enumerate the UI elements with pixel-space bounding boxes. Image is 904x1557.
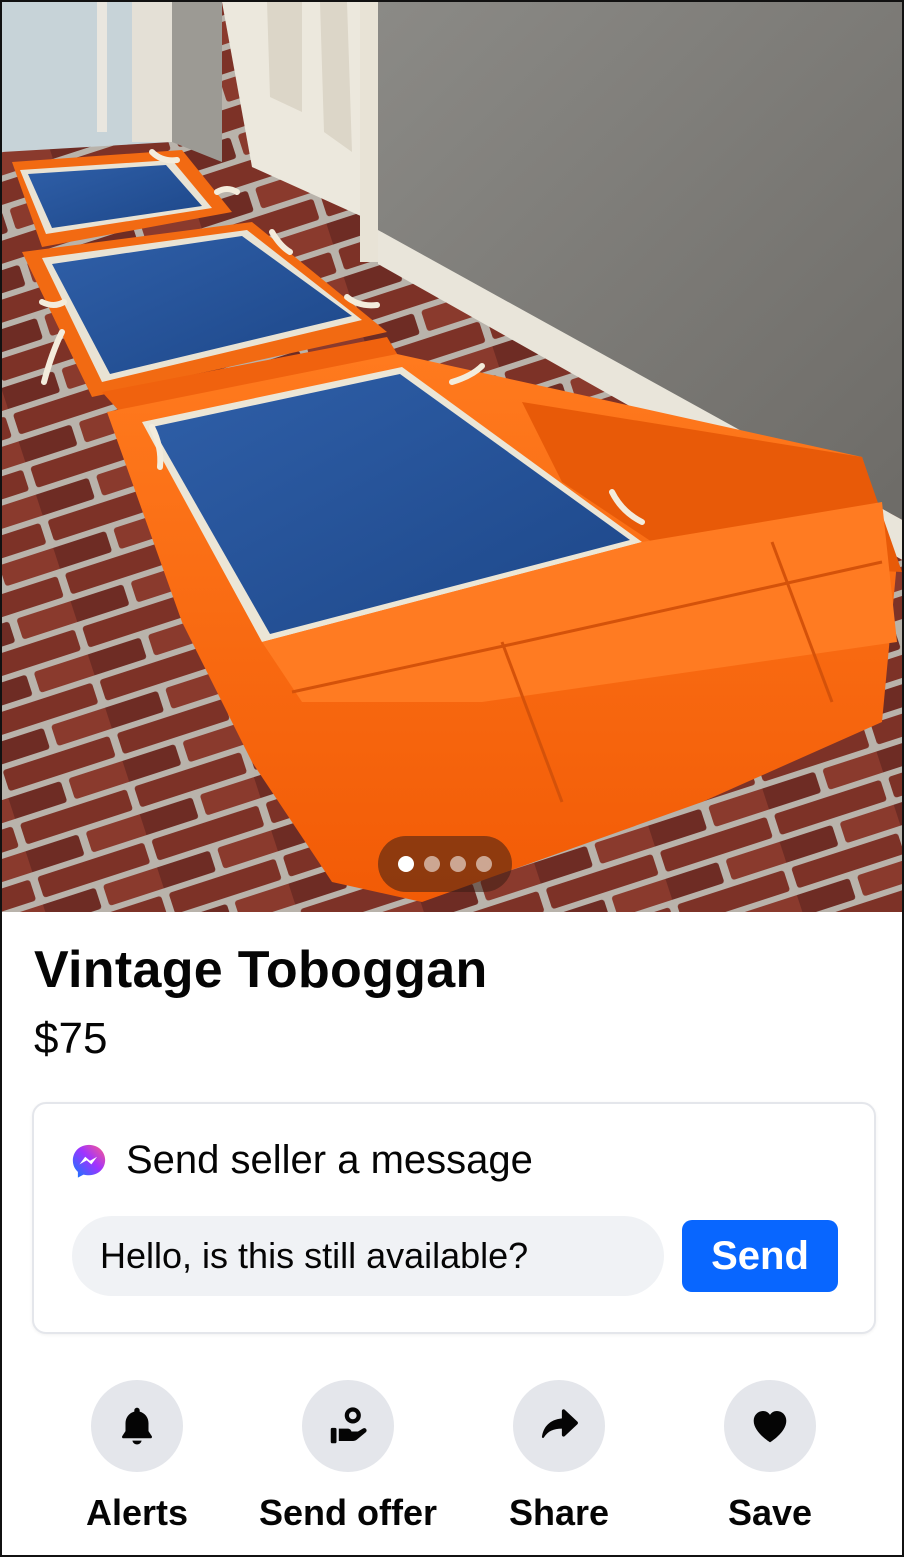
- carousel-indicator[interactable]: [378, 836, 512, 892]
- message-card-header: Send seller a message: [70, 1138, 533, 1183]
- photo-illustration: [2, 2, 902, 912]
- carousel-dot-1[interactable]: [398, 856, 414, 872]
- send-offer-action[interactable]: Send offer: [238, 1380, 458, 1534]
- alerts-button[interactable]: [91, 1380, 183, 1472]
- save-action[interactable]: Save: [660, 1380, 880, 1534]
- carousel-dot-3[interactable]: [450, 856, 466, 872]
- carousel-dot-4[interactable]: [476, 856, 492, 872]
- send-offer-button[interactable]: [302, 1380, 394, 1472]
- heart-icon: [753, 1411, 787, 1443]
- send-offer-icon: [330, 1407, 367, 1444]
- save-button[interactable]: [724, 1380, 816, 1472]
- alerts-label: Alerts: [85, 1492, 189, 1533]
- message-heading: Send seller a message: [126, 1138, 533, 1182]
- message-input[interactable]: [72, 1216, 664, 1296]
- marketplace-listing-screen: Vintage Toboggan $75 Send seller a messa…: [0, 0, 904, 1557]
- share-label: Share: [508, 1492, 610, 1533]
- share-action[interactable]: Share: [449, 1380, 669, 1534]
- send-button[interactable]: Send: [682, 1220, 838, 1292]
- listing-price: $75: [34, 1014, 108, 1063]
- bell-icon: [122, 1407, 152, 1445]
- carousel-dot-2[interactable]: [424, 856, 440, 872]
- share-arrow-icon: [541, 1409, 578, 1438]
- listing-title: Vintage Toboggan: [34, 941, 488, 999]
- listing-actions-bar: Alerts Send offer Share Save: [2, 1380, 902, 1540]
- message-seller-card: Send seller a message Send: [32, 1102, 876, 1334]
- save-label: Save: [727, 1492, 813, 1533]
- send-offer-label: Send offer: [258, 1492, 437, 1533]
- share-button[interactable]: [513, 1380, 605, 1472]
- alerts-action[interactable]: Alerts: [27, 1380, 247, 1534]
- listing-photo[interactable]: [2, 2, 902, 912]
- messenger-icon: [72, 1144, 106, 1178]
